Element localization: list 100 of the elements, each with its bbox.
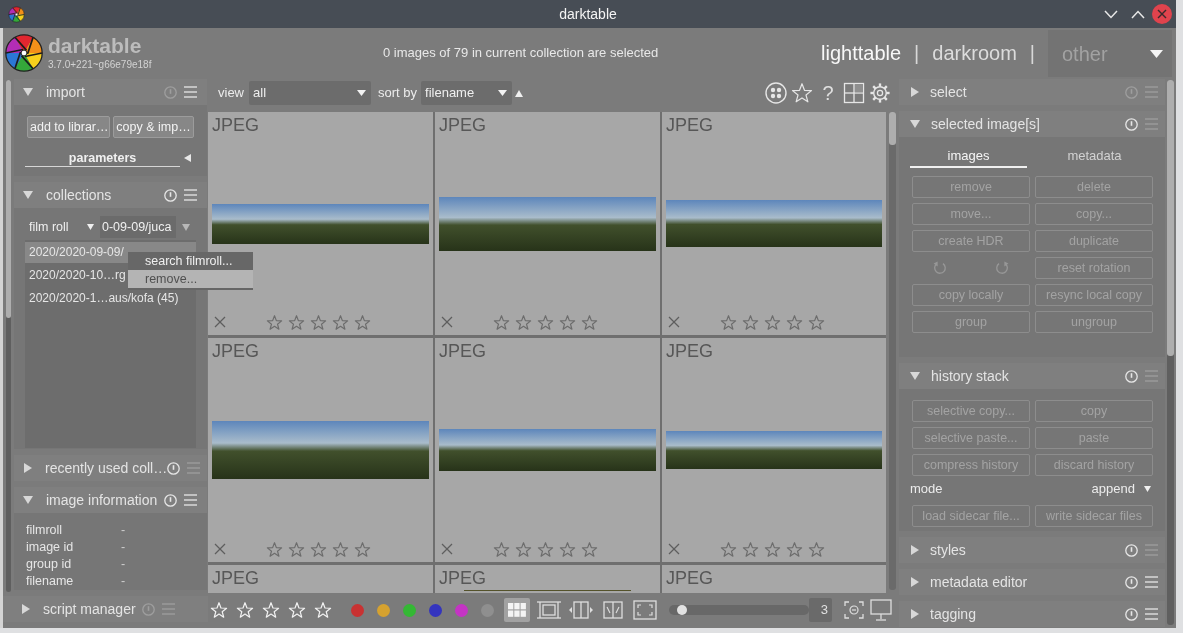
circle-bar-icon[interactable]	[1125, 575, 1138, 589]
circle-bar-icon[interactable]	[1125, 607, 1138, 621]
caret-right-icon[interactable]	[24, 463, 32, 473]
module-title[interactable]: import	[46, 81, 85, 103]
thumbnail-card[interactable]: JPEG	[435, 112, 660, 335]
color-label-icon[interactable]	[455, 603, 468, 617]
circle-dots-icon[interactable]	[765, 82, 787, 104]
action-button[interactable]: add to librar…	[27, 116, 110, 138]
caret-down-icon[interactable]	[182, 223, 190, 231]
menu-icon[interactable]	[184, 494, 197, 506]
star-icon[interactable]	[786, 313, 803, 331]
star-icon[interactable]	[288, 540, 305, 558]
tab[interactable]: images	[910, 146, 1027, 168]
mode-dropdown[interactable]: append	[1091, 479, 1151, 499]
cross-icon[interactable]	[441, 543, 453, 555]
menu-icon[interactable]	[1145, 608, 1158, 620]
caret-down-icon[interactable]	[910, 372, 920, 380]
menu-icon[interactable]	[184, 189, 197, 201]
star-rating[interactable]	[493, 313, 598, 331]
color-label-icon[interactable]	[429, 603, 442, 617]
thumbnail-card[interactable]: JPEG	[662, 112, 886, 335]
star-icon[interactable]	[310, 540, 327, 558]
caret-down-icon[interactable]	[23, 191, 33, 199]
star-icon[interactable]	[581, 313, 598, 331]
circle-bar-icon[interactable]	[1125, 369, 1138, 383]
star-icon[interactable]	[742, 540, 759, 558]
grid-icon[interactable]	[843, 82, 865, 104]
star-icon[interactable]	[581, 540, 598, 558]
star-icon[interactable]	[764, 540, 781, 558]
compare-panes-icon[interactable]	[568, 598, 594, 622]
tab[interactable]: metadata	[1036, 146, 1153, 168]
star-icon[interactable]	[808, 540, 825, 558]
module-title[interactable]: selected image[s]	[931, 113, 1040, 135]
star-icon[interactable]	[288, 313, 305, 331]
star-icon[interactable]	[786, 540, 803, 558]
focus-frame-icon[interactable]	[844, 601, 864, 619]
view-link[interactable]: darkroom	[932, 38, 1017, 68]
close-icon[interactable]	[1152, 4, 1172, 24]
zoom-value-field[interactable]: 3	[809, 598, 832, 622]
module-title[interactable]: script manager	[43, 598, 136, 620]
module-title[interactable]: select	[930, 81, 967, 103]
star-icon[interactable]	[537, 540, 554, 558]
star-rating[interactable]	[266, 540, 371, 558]
menu-icon[interactable]	[1145, 576, 1158, 588]
grid-icon[interactable]	[504, 598, 530, 622]
thumbnail-card[interactable]: JPEG	[435, 338, 660, 562]
star-icon[interactable]	[332, 313, 349, 331]
scrollbar-thumb[interactable]	[1167, 80, 1174, 356]
scrollbar-thumb[interactable]	[6, 80, 11, 318]
caret-right-icon[interactable]	[911, 545, 919, 555]
cross-icon[interactable]	[214, 316, 226, 328]
menu-icon[interactable]	[184, 86, 197, 98]
property-dropdown[interactable]: film roll	[25, 216, 97, 238]
star-icon[interactable]	[310, 313, 327, 331]
star-rating[interactable]	[493, 540, 598, 558]
star-icon[interactable]	[266, 313, 283, 331]
caret-down-icon[interactable]	[910, 120, 920, 128]
cross-icon[interactable]	[668, 543, 680, 555]
star-icon[interactable]	[515, 313, 532, 331]
caret-down-icon[interactable]	[23, 496, 33, 504]
circle-bar-icon[interactable]	[167, 461, 181, 475]
view-link[interactable]: lighttable	[821, 38, 902, 68]
color-label-icon[interactable]	[351, 603, 364, 617]
star-icon[interactable]	[515, 540, 532, 558]
thumbnail-card[interactable]: JPEG	[662, 565, 886, 593]
star-icon[interactable]	[266, 540, 283, 558]
zoom-slider[interactable]	[669, 605, 809, 615]
circle-bar-icon[interactable]	[164, 493, 177, 507]
module-title[interactable]: collections	[46, 184, 112, 206]
scrollbar-thumb[interactable]	[889, 112, 896, 145]
star-rating[interactable]	[720, 540, 825, 558]
thumbnail-card[interactable]: JPEG	[208, 565, 433, 593]
star-icon[interactable]	[559, 313, 576, 331]
caret-right-icon[interactable]	[911, 577, 919, 587]
module-title[interactable]: metadata editor	[930, 571, 1028, 593]
thumbnail-card[interactable]: JPEG	[435, 565, 660, 593]
module-title[interactable]: history stack	[931, 365, 1009, 387]
caret-right-icon[interactable]	[911, 609, 919, 619]
fullscreen-icon[interactable]	[632, 598, 658, 622]
star-icon[interactable]	[720, 313, 737, 331]
star-icon[interactable]	[808, 313, 825, 331]
caret-down-icon[interactable]	[23, 88, 33, 96]
filmstrip-icon[interactable]	[536, 598, 562, 622]
circle-bar-icon[interactable]	[1125, 117, 1138, 131]
section-title[interactable]: parameters	[25, 149, 180, 167]
help-button[interactable]: ?	[817, 82, 839, 104]
circle-bar-icon[interactable]	[164, 188, 177, 202]
star-icon[interactable]	[720, 540, 737, 558]
cross-icon[interactable]	[668, 316, 680, 328]
module-title[interactable]: tagging	[930, 603, 976, 625]
circle-bar-icon[interactable]	[1125, 543, 1138, 557]
star-icon[interactable]	[354, 540, 371, 558]
thumbnail-card[interactable]: JPEG	[662, 338, 886, 562]
slider-thumb[interactable]	[676, 605, 687, 615]
module-title[interactable]: styles	[930, 539, 966, 561]
star-icon[interactable]	[354, 313, 371, 331]
star-icon[interactable]	[332, 540, 349, 558]
module-title[interactable]: recently used coll…	[45, 457, 168, 479]
chevron-down-icon[interactable]	[1104, 9, 1118, 19]
query-field[interactable]: 0-09-09/juca	[100, 216, 176, 238]
